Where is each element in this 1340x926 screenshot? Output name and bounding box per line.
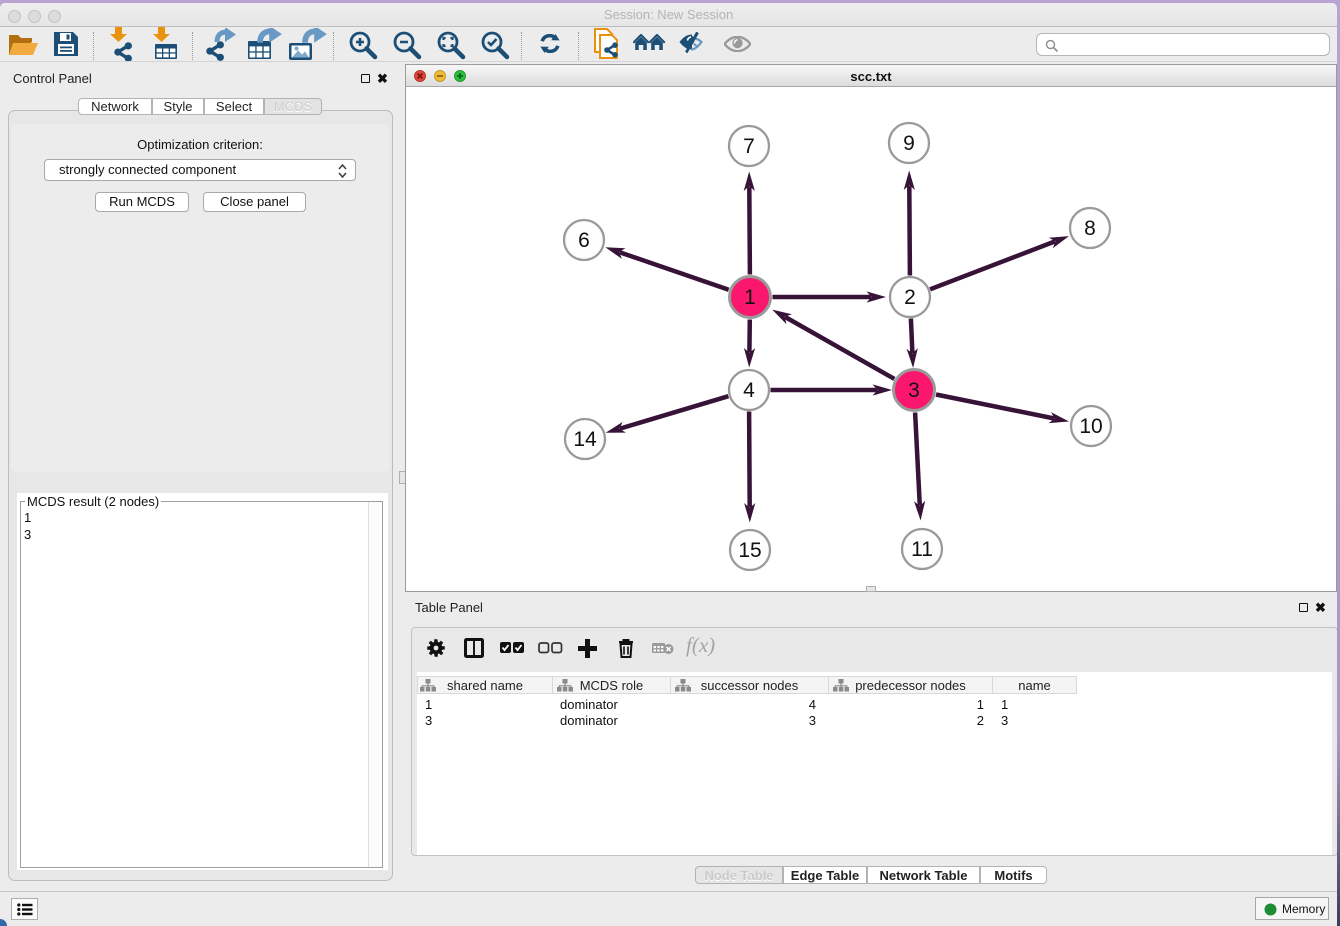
svg-text:2: 2 <box>904 286 916 309</box>
svg-text:11: 11 <box>911 538 933 561</box>
svg-text:14: 14 <box>573 428 597 451</box>
svg-text:9: 9 <box>903 132 915 155</box>
svg-text:15: 15 <box>738 539 761 562</box>
svg-text:6: 6 <box>578 229 590 252</box>
svg-text:8: 8 <box>1084 217 1096 240</box>
svg-text:1: 1 <box>744 286 756 309</box>
svg-text:7: 7 <box>743 135 755 158</box>
svg-text:3: 3 <box>908 379 920 402</box>
svg-text:4: 4 <box>743 379 755 402</box>
svg-text:10: 10 <box>1079 415 1102 438</box>
